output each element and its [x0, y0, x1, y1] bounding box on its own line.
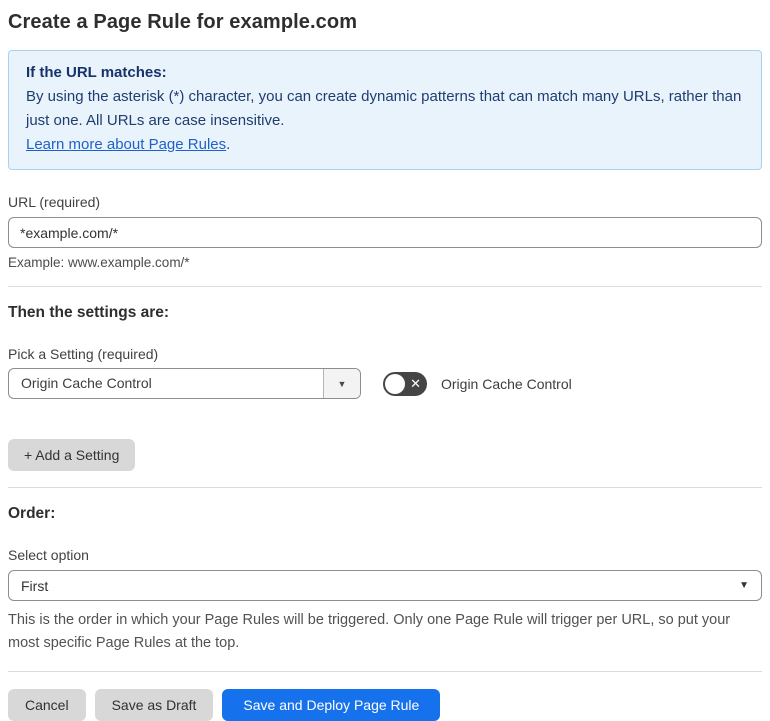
save-and-deploy-button[interactable]: Save and Deploy Page Rule — [222, 689, 441, 721]
info-box-body: By using the asterisk (*) character, you… — [26, 88, 742, 129]
divider — [8, 286, 762, 287]
url-field-label: URL (required) — [8, 194, 101, 210]
order-select-value: First — [21, 577, 49, 594]
chevron-down-icon: ▼ — [739, 580, 749, 591]
toggle-knob — [385, 373, 405, 394]
chevron-down-icon: ▼ — [337, 378, 347, 389]
learn-more-link[interactable]: Learn more about Page Rules — [26, 136, 226, 153]
toggle-label: Origin Cache Control — [441, 375, 572, 392]
origin-cache-control-toggle[interactable]: ✕ — [383, 371, 427, 396]
url-match-info-box: If the URL matches: By using the asteris… — [8, 50, 762, 170]
add-setting-button[interactable]: + Add a Setting — [8, 439, 136, 471]
setting-select[interactable]: Origin Cache Control ▼ — [8, 368, 361, 399]
info-box-link-line: Learn more about Page Rules. — [26, 133, 744, 157]
toggle-off-x-icon: ✕ — [410, 375, 421, 391]
order-section-heading: Order: — [8, 505, 56, 522]
pick-setting-label: Pick a Setting (required) — [8, 346, 159, 362]
setting-select-value: Origin Cache Control — [21, 375, 152, 391]
order-help-text: This is the order in which your Page Rul… — [8, 612, 731, 651]
url-input[interactable] — [8, 217, 762, 248]
link-period: . — [226, 136, 231, 153]
save-as-draft-button[interactable]: Save as Draft — [94, 689, 214, 721]
divider — [8, 671, 762, 672]
order-select[interactable]: First ▼ — [8, 570, 762, 601]
order-select-label: Select option — [8, 547, 89, 563]
footer-actions: Cancel Save as Draft Save and Deploy Pag… — [8, 689, 762, 721]
settings-section-heading: Then the settings are: — [8, 304, 170, 321]
cancel-button[interactable]: Cancel — [8, 689, 86, 721]
setting-select-arrow-button[interactable]: ▼ — [323, 369, 360, 398]
page-title: Create a Page Rule for example.com — [8, 11, 358, 33]
setting-row: Origin Cache Control ▼ ✕ Origin Cache Co… — [8, 368, 762, 399]
url-example-text: Example: www.example.com/* — [8, 255, 190, 270]
divider — [8, 487, 762, 488]
info-box-heading: If the URL matches: — [26, 64, 167, 81]
